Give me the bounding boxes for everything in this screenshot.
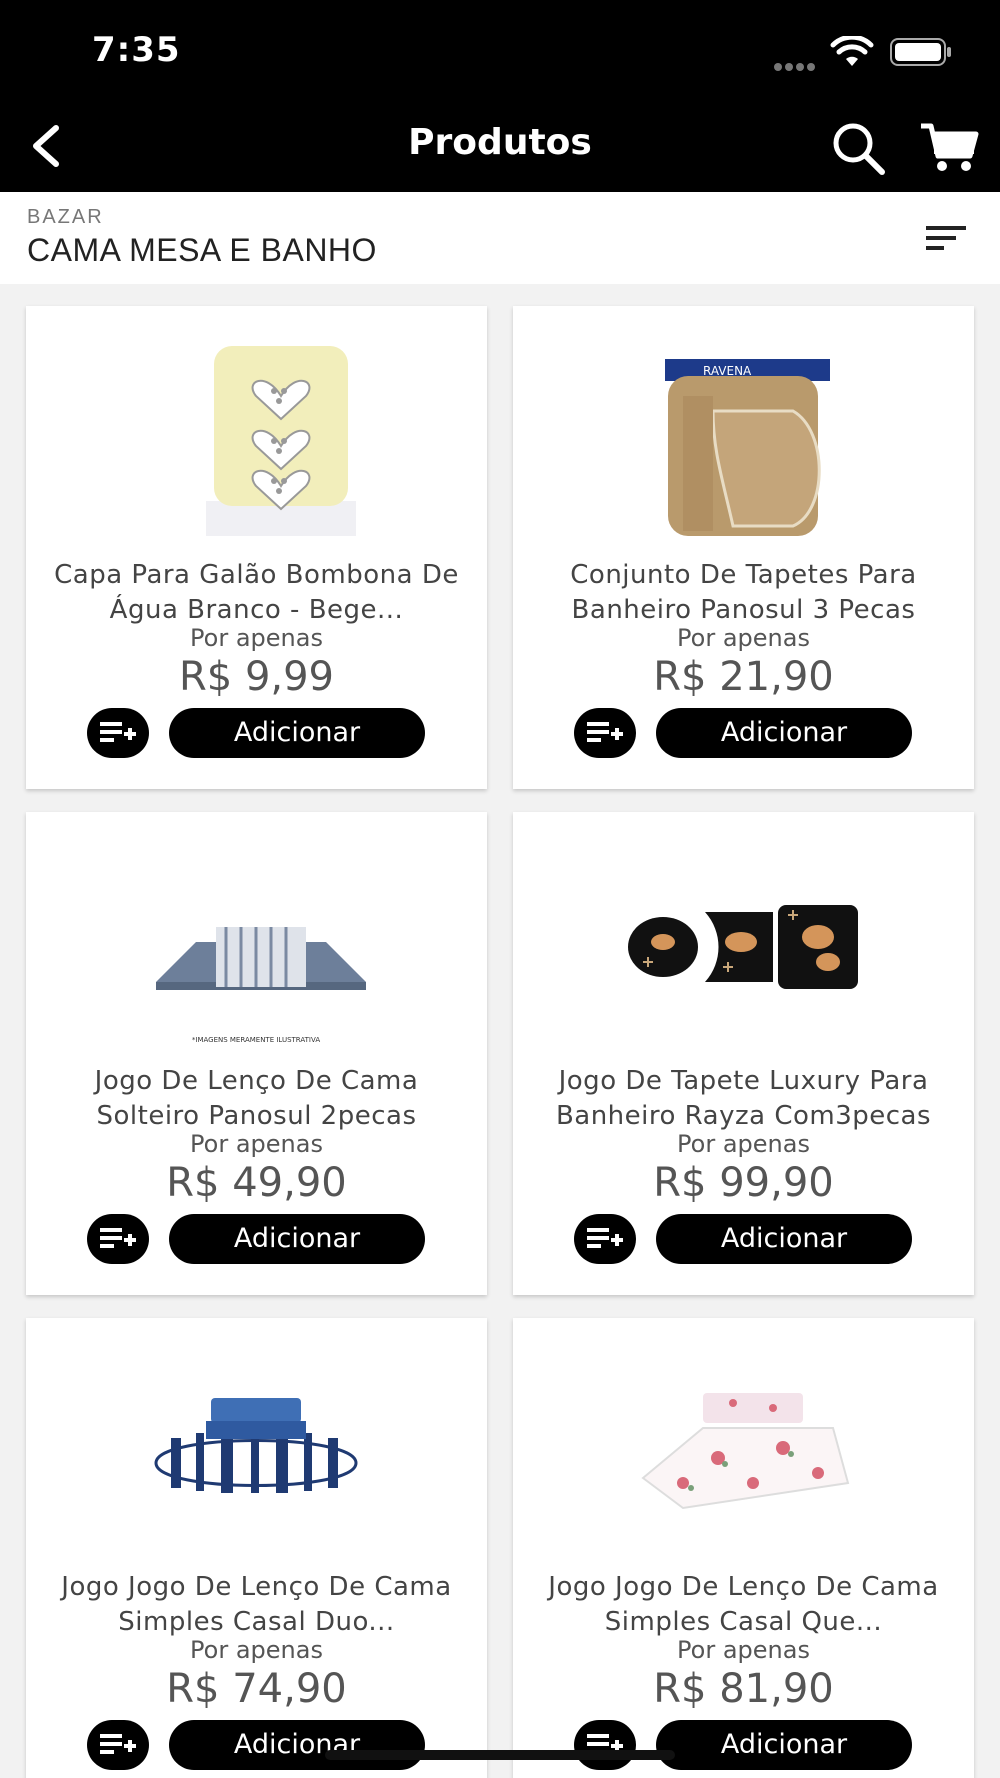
water-jug-cover-image: [206, 346, 356, 536]
blue-bedding-image: [154, 1398, 358, 1493]
playlist-add-icon: [100, 1734, 136, 1754]
bed-sheet-image: *IMAGENS MERAMENTE ILUSTRATIVA: [156, 927, 366, 1044]
price-prefix: Por apenas: [677, 1130, 810, 1158]
category-parent: BAZAR: [27, 206, 104, 228]
sort-icon[interactable]: [924, 222, 968, 254]
add-to-list-button[interactable]: [574, 708, 636, 758]
status-bar: 7:35: [0, 0, 1000, 100]
price-prefix: Por apenas: [677, 1636, 810, 1664]
product-title[interactable]: Conjunto De Tapetes Para Banheiro Panosu…: [527, 558, 960, 626]
product-price: R$ 21,90: [653, 654, 834, 700]
add-to-cart-button[interactable]: Adicionar: [656, 1720, 912, 1770]
home-indicator[interactable]: [325, 1750, 675, 1760]
wifi-icon: [830, 36, 874, 66]
signal-icon: [774, 56, 822, 71]
playlist-add-icon: [100, 722, 136, 742]
product-card[interactable]: *IMAGENS MERAMENTE ILUSTRATIVA Jogo De L…: [26, 812, 487, 1295]
brand-label: RAVENA: [703, 364, 752, 378]
price-prefix: Por apenas: [190, 624, 323, 652]
add-to-cart-button[interactable]: Adicionar: [169, 1720, 425, 1770]
product-card[interactable]: Jogo De Tapete Luxury Para Banheiro Rayz…: [513, 812, 974, 1295]
product-title[interactable]: Jogo De Lenço De Cama Solteiro Panosul 2…: [40, 1064, 473, 1132]
add-to-cart-button[interactable]: Adicionar: [169, 708, 425, 758]
status-time: 7:35: [92, 30, 181, 70]
add-to-list-button[interactable]: [87, 1214, 149, 1264]
add-to-cart-button[interactable]: Adicionar: [656, 708, 912, 758]
nav-bar: Produtos: [0, 100, 1000, 192]
price-prefix: Por apenas: [677, 624, 810, 652]
product-title[interactable]: Capa Para Galão Bombona De Água Branco -…: [40, 558, 473, 626]
product-image: RAVENA: [603, 336, 883, 546]
image-caption: *IMAGENS MERAMENTE ILUSTRATIVA: [192, 1036, 320, 1044]
product-image: [603, 1348, 883, 1558]
page-title: Produtos: [408, 122, 592, 163]
bath-mat-set-image: RAVENA: [665, 359, 830, 536]
back-icon[interactable]: [20, 118, 76, 174]
category-header: BAZAR CAMA MESA E BANHO: [0, 192, 1000, 284]
add-to-list-button[interactable]: [87, 1720, 149, 1770]
search-icon[interactable]: [828, 118, 888, 178]
product-image: [603, 842, 883, 1052]
add-to-list-button[interactable]: [87, 708, 149, 758]
add-to-list-button[interactable]: [574, 1214, 636, 1264]
floral-bedding-image: [641, 1393, 850, 1510]
product-price: R$ 9,99: [178, 654, 335, 700]
playlist-add-icon: [100, 1228, 136, 1248]
playlist-add-icon: [587, 1228, 623, 1248]
product-image: [116, 336, 396, 546]
product-card[interactable]: RAVENA Conjunto De Tapetes Para Banheiro…: [513, 306, 974, 789]
product-image: [116, 1348, 396, 1558]
battery-icon: [890, 38, 951, 66]
product-card[interactable]: Jogo Jogo De Lenço De Cama Simples Casal…: [26, 1318, 487, 1778]
price-prefix: Por apenas: [190, 1130, 323, 1158]
product-image: *IMAGENS MERAMENTE ILUSTRATIVA: [116, 842, 396, 1052]
product-price: R$ 49,90: [166, 1160, 347, 1206]
add-to-cart-button[interactable]: Adicionar: [656, 1214, 912, 1264]
price-prefix: Por apenas: [190, 1636, 323, 1664]
luxury-bath-mat-image: [628, 905, 858, 989]
cart-icon[interactable]: [918, 118, 980, 178]
product-title[interactable]: Jogo De Tapete Luxury Para Banheiro Rayz…: [527, 1064, 960, 1132]
add-to-list-button[interactable]: [574, 1720, 636, 1770]
playlist-add-icon: [587, 722, 623, 742]
product-card[interactable]: Capa Para Galão Bombona De Água Branco -…: [26, 306, 487, 789]
product-price: R$ 74,90: [166, 1666, 347, 1712]
product-price: R$ 99,90: [653, 1160, 834, 1206]
add-to-cart-button[interactable]: Adicionar: [169, 1214, 425, 1264]
category-name: CAMA MESA E BANHO: [27, 232, 377, 268]
product-title[interactable]: Jogo Jogo De Lenço De Cama Simples Casal…: [40, 1570, 473, 1638]
product-price: R$ 81,90: [653, 1666, 834, 1712]
product-card[interactable]: Jogo Jogo De Lenço De Cama Simples Casal…: [513, 1318, 974, 1778]
product-title[interactable]: Jogo Jogo De Lenço De Cama Simples Casal…: [527, 1570, 960, 1638]
